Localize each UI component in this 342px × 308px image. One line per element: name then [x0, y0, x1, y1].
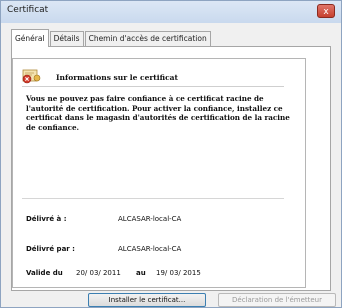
valid-to-label: au	[136, 269, 146, 277]
valid-from-date: 20/ 03/ 2011	[76, 269, 121, 277]
tab-bar: Général Détails Chemin d'accès de certif…	[11, 28, 212, 47]
close-button[interactable]: x	[317, 4, 335, 18]
tab-details[interactable]: Détails	[49, 31, 84, 46]
certificate-warning-icon	[22, 69, 41, 84]
issuer-statement-button[interactable]: Déclaration de l'émetteur	[218, 293, 336, 307]
trust-warning-text: Vous ne pouvez pas faire confiance à ce …	[26, 94, 290, 132]
heading-divider	[22, 86, 284, 87]
issued-by-label: Délivré par :	[26, 245, 75, 253]
install-certificate-button[interactable]: Installer le certificat...	[88, 293, 206, 307]
tab-general[interactable]: Général	[11, 29, 49, 47]
info-heading: Informations sur le certificat	[56, 73, 178, 82]
issued-by-value: ALCASAR-local-CA	[118, 245, 182, 253]
window-title: Certificat	[7, 5, 49, 15]
details-divider	[22, 198, 284, 199]
valid-to-date: 19/ 03/ 2015	[156, 269, 201, 277]
issued-to-value: ALCASAR-local-CA	[118, 215, 182, 223]
close-icon: x	[323, 7, 329, 17]
valid-from-label: Valide du	[26, 269, 63, 277]
certificate-info-box	[12, 58, 306, 288]
issued-to-label: Délivré à :	[26, 215, 67, 223]
title-bar[interactable]: Certificat x	[1, 1, 341, 23]
tab-certification-path[interactable]: Chemin d'accès de certification	[84, 31, 211, 46]
